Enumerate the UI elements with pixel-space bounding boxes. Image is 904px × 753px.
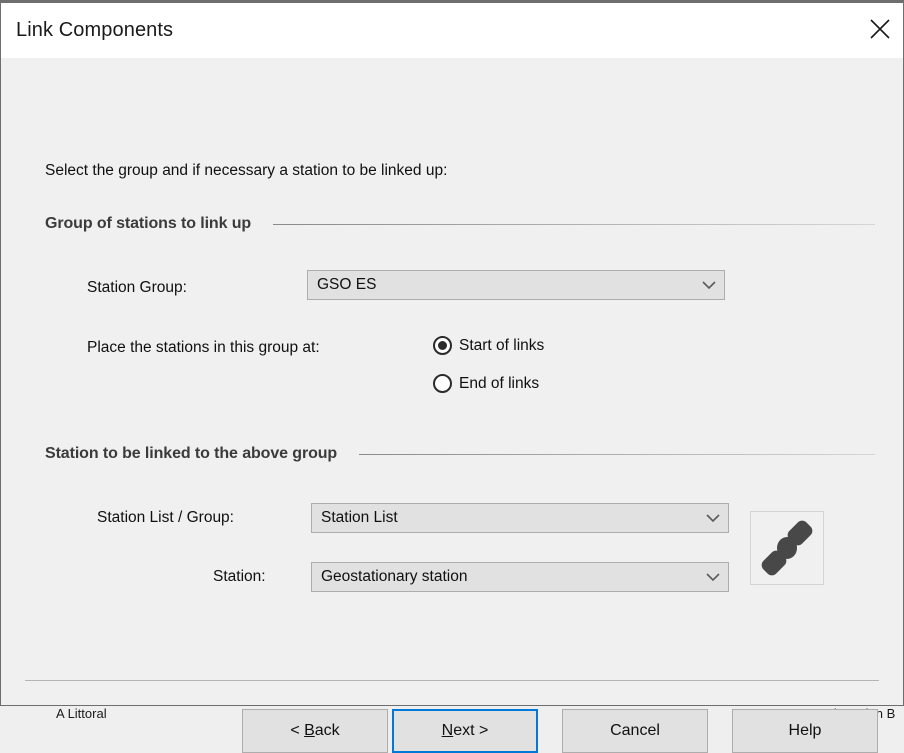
next-button-label: Next >: [441, 722, 489, 739]
station-group-combobox[interactable]: GSO ES: [307, 270, 725, 300]
cancel-button-label: Cancel: [610, 722, 660, 739]
link-chain-icon: [757, 518, 817, 578]
close-button[interactable]: [857, 3, 903, 55]
dialog-titlebar: Link Components: [1, 3, 903, 58]
place-stations-label: Place the stations in this group at:: [87, 339, 320, 356]
radio-start-of-links[interactable]: Start of links: [433, 336, 544, 355]
back-button[interactable]: < Back: [242, 709, 388, 753]
chevron-down-icon: [694, 280, 724, 290]
radio-unselected-icon: [433, 374, 452, 393]
close-icon: [868, 17, 892, 41]
section-header-station-to-be-linked: Station to be linked to the above group: [45, 445, 875, 463]
radio-start-of-links-label: Start of links: [459, 336, 545, 354]
chevron-down-icon: [698, 513, 728, 523]
help-button-label: Help: [788, 722, 822, 739]
station-value: Geostationary station: [321, 568, 468, 585]
section-title-station-to-be-linked: Station to be linked to the above group: [45, 445, 338, 462]
section-title-group-of-stations: Group of stations to link up: [45, 215, 252, 232]
station-list-group-value: Station List: [321, 509, 398, 526]
help-button[interactable]: Help: [732, 709, 878, 753]
station-combobox[interactable]: Geostationary station: [311, 562, 729, 592]
station-group-value: GSO ES: [317, 276, 377, 293]
back-button-label: < Back: [290, 722, 340, 739]
station-group-label: Station Group:: [87, 279, 187, 296]
background-window-text-left: A Littoral: [56, 706, 107, 721]
radio-end-of-links-label: End of links: [459, 374, 540, 392]
station-label: Station:: [213, 568, 266, 585]
footer-divider: [25, 680, 879, 681]
station-list-group-combobox[interactable]: Station List: [311, 503, 729, 533]
cancel-button[interactable]: Cancel: [562, 709, 708, 753]
next-button[interactable]: Next >: [392, 709, 538, 753]
radio-selected-icon: [433, 336, 452, 355]
station-list-group-label: Station List / Group:: [97, 509, 234, 526]
link-chain-button[interactable]: [750, 511, 824, 585]
radio-end-of-links[interactable]: End of links: [433, 374, 539, 393]
section-divider: [273, 223, 875, 225]
dialog-title: Link Components: [16, 19, 174, 41]
section-divider: [359, 453, 875, 455]
section-header-group-of-stations: Group of stations to link up: [45, 215, 875, 233]
chevron-down-icon: [698, 572, 728, 582]
instruction-text: Select the group and if necessary a stat…: [45, 162, 448, 179]
dialog-body: Select the group and if necessary a stat…: [1, 58, 903, 753]
link-components-dialog: Link Components Select the group and if …: [0, 0, 904, 753]
